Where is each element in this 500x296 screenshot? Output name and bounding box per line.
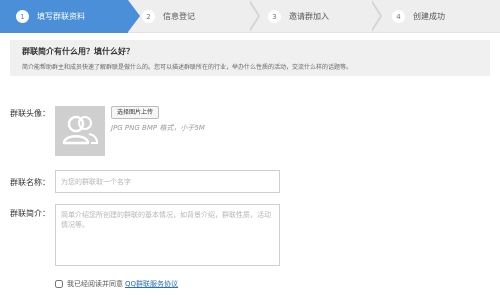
step-number: 1 xyxy=(16,10,29,23)
name-input[interactable] xyxy=(55,170,280,193)
step-label: 邀请群加入 xyxy=(289,12,329,21)
step-2: 2 信息登记 xyxy=(142,0,195,33)
service-agreement-link[interactable]: QQ群联服务协议 xyxy=(125,279,178,289)
step-3: 3 邀请群加入 xyxy=(268,0,329,33)
step-label: 填写群联资料 xyxy=(37,12,85,21)
step-number: 3 xyxy=(268,10,281,23)
intro-box: 群联简介有什么用？填什么好？ 简介能帮助群主和成员快速了解群联是做什么的。您可以… xyxy=(10,40,490,76)
step-arrow xyxy=(128,0,140,32)
format-hint: JPG PNG BMP 格式，小于5M xyxy=(111,124,205,132)
step-progress-bar: 1 填写群联资料 2 信息登记 3 邀请群加入 4 创建成功 xyxy=(0,0,500,33)
step-4: 4 创建成功 xyxy=(392,0,445,33)
intro-textarea[interactable] xyxy=(55,204,280,266)
step-number: 2 xyxy=(142,10,155,23)
step-1: 1 填写群联资料 xyxy=(0,0,128,33)
avatar-placeholder xyxy=(55,106,105,156)
step-label: 信息登记 xyxy=(163,12,195,21)
name-label: 群联名称： xyxy=(10,178,50,187)
step-separator-inner xyxy=(370,0,380,32)
step-label: 创建成功 xyxy=(413,12,445,21)
agree-text: 我已经阅读并同意 xyxy=(67,280,123,288)
avatar-label: 群联头像： xyxy=(10,109,50,118)
agreement-row: 我已经阅读并同意 QQ群联服务协议 xyxy=(55,279,178,289)
agree-checkbox[interactable] xyxy=(55,280,63,288)
intro-description: 简介能帮助群主和成员快速了解群联是做什么的。您可以描述群联所在的行业，举办什么性… xyxy=(22,64,353,71)
intro-label: 群联简介： xyxy=(10,209,50,218)
intro-question: 群联简介有什么用？填什么好？ xyxy=(22,47,134,56)
upload-image-button[interactable]: 选择图片上传 xyxy=(111,106,160,119)
step-separator-inner xyxy=(248,0,258,32)
people-icon xyxy=(62,115,99,145)
step-number: 4 xyxy=(392,10,405,23)
